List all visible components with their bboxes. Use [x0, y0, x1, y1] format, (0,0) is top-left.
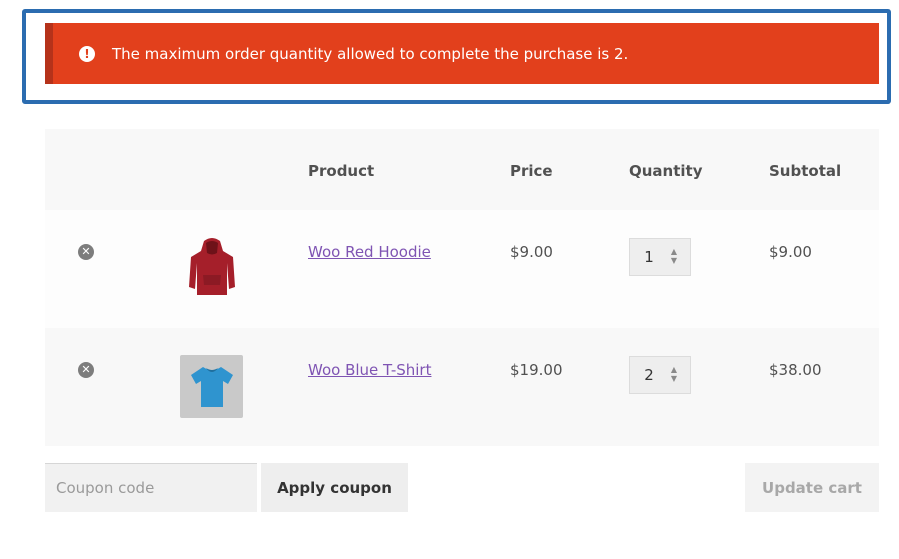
apply-coupon-button[interactable]: Apply coupon	[261, 463, 408, 512]
spinner-arrows-icon[interactable]: ▲ ▼	[668, 365, 680, 385]
item-price: $19.00	[510, 361, 563, 379]
cart-actions: Apply coupon Update cart	[45, 463, 879, 512]
header-quantity: Quantity	[629, 162, 703, 180]
item-subtotal: $38.00	[769, 361, 822, 379]
header-price: Price	[510, 162, 553, 180]
quantity-value[interactable]: 1	[630, 248, 668, 266]
table-header: Product Price Quantity Subtotal	[45, 129, 879, 210]
quantity-value[interactable]: 2	[630, 366, 668, 384]
red-hoodie-icon	[188, 237, 235, 295]
coupon-code-input[interactable]	[45, 463, 257, 512]
item-subtotal: $9.00	[769, 243, 812, 261]
quantity-stepper[interactable]: 2 ▲ ▼	[629, 356, 691, 394]
product-link[interactable]: Woo Blue T-Shirt	[308, 361, 431, 379]
spinner-arrows-icon[interactable]: ▲ ▼	[668, 247, 680, 267]
product-link[interactable]: Woo Red Hoodie	[308, 243, 431, 261]
header-product: Product	[308, 162, 375, 180]
remove-item-icon[interactable]: ✕	[78, 244, 94, 260]
header-subtotal: Subtotal	[769, 162, 842, 180]
product-thumbnail-blue-tshirt[interactable]	[180, 355, 243, 418]
item-price: $9.00	[510, 243, 553, 261]
blue-tshirt-icon	[190, 366, 233, 407]
product-thumbnail-red-hoodie[interactable]	[180, 236, 243, 299]
quantity-stepper[interactable]: 1 ▲ ▼	[629, 238, 691, 276]
exclamation-circle-icon: !	[79, 45, 95, 62]
remove-item-icon[interactable]: ✕	[78, 362, 94, 378]
error-notice: ! The maximum order quantity allowed to …	[45, 23, 879, 84]
cart-table: Product Price Quantity Subtotal ✕ Woo Re…	[45, 129, 879, 446]
update-cart-button[interactable]: Update cart	[745, 463, 879, 512]
notice-message: The maximum order quantity allowed to co…	[112, 44, 629, 63]
table-row: ✕ Woo Red Hoodie $9.00 1 ▲ ▼ $9.00	[45, 210, 879, 328]
table-row: ✕ Woo Blue T-Shirt $19.00 2 ▲ ▼ $38.00	[45, 328, 879, 446]
